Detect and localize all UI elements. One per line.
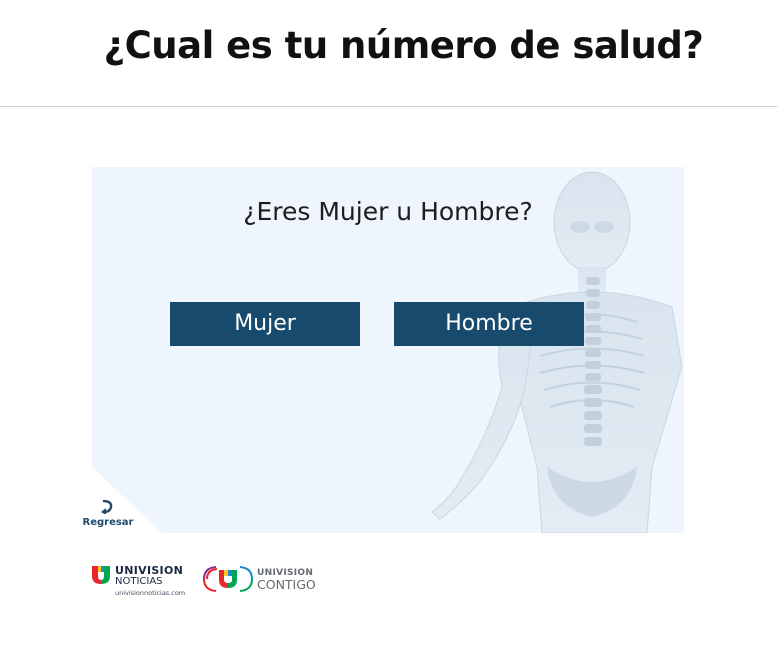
univision-noticias-logo[interactable]: UNIVISION NOTICIAS univisionnoticias.com [90, 562, 200, 598]
noticias-logo-url: univisionnoticias.com [115, 589, 186, 597]
option-hombre-button[interactable]: Hombre [394, 302, 584, 346]
header-divider [0, 106, 777, 107]
page-title: ¿Cual es tu número de salud? [103, 24, 704, 67]
univision-logo-icon [92, 566, 110, 584]
noticias-logo-line2: NOTICIAS [115, 576, 163, 587]
curved-arrow-icon [101, 500, 113, 514]
contigo-logo-line2: CONTIGO [257, 577, 316, 592]
quiz-question: ¿Eres Mujer u Hombre? [243, 197, 533, 226]
univision-contigo-logo[interactable]: UNIVISION CONTIGO [200, 562, 330, 598]
univision-contigo-icon [203, 566, 253, 592]
option-mujer-button[interactable]: Mujer [170, 302, 360, 346]
back-button[interactable]: Regresar [80, 498, 136, 534]
quiz-card: ¿Eres Mujer u Hombre? Mujer Hombre [92, 167, 684, 533]
back-label: Regresar [82, 517, 134, 528]
